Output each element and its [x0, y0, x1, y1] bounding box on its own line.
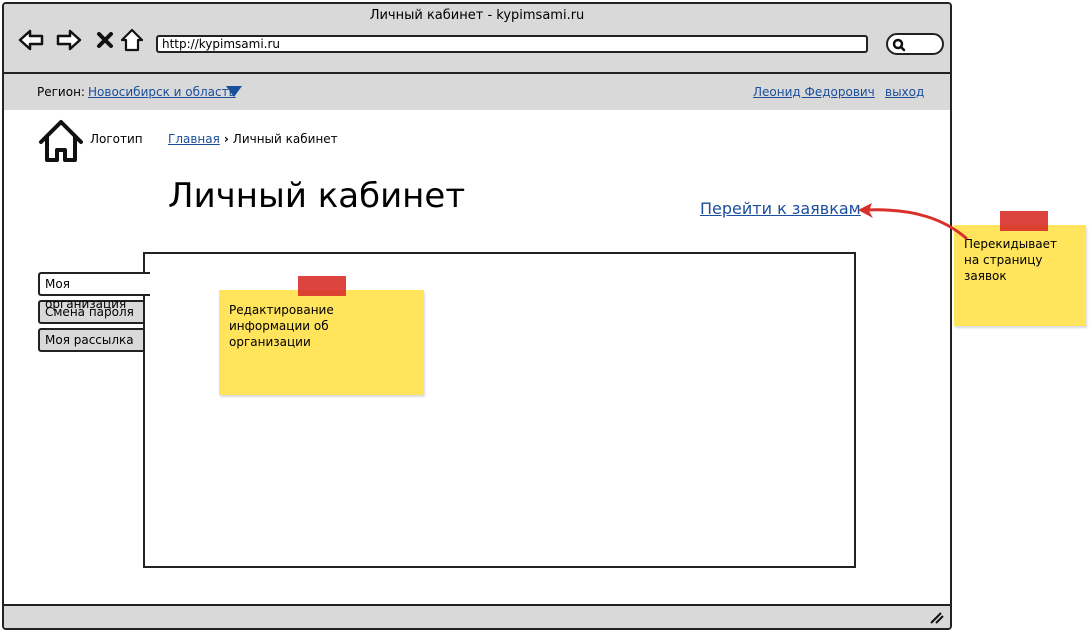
annotation-note-organization: Редактирование информации об организации — [219, 276, 424, 395]
tape — [298, 276, 346, 296]
tab-my-organization[interactable]: Моя организация — [38, 272, 150, 311]
note-text: Редактирование информации об организации — [229, 303, 334, 349]
